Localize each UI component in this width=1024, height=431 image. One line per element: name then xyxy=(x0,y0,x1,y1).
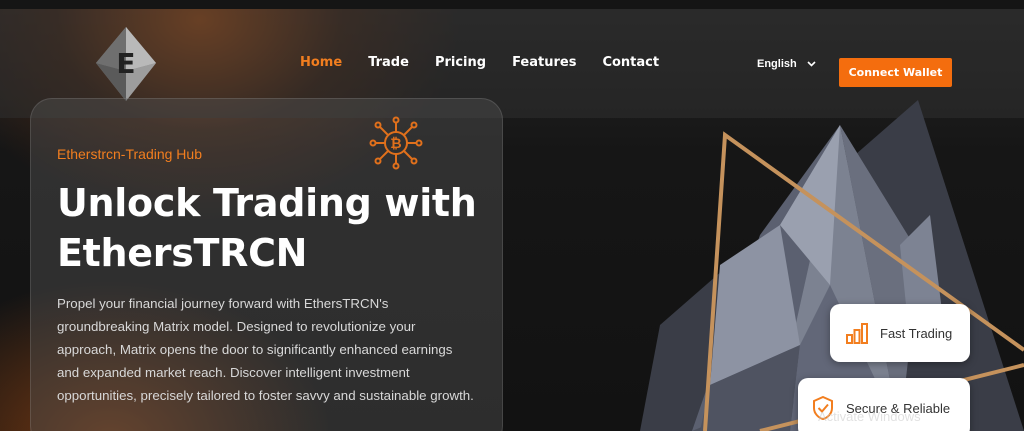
os-watermark: Activate Windows xyxy=(818,409,921,424)
bar-chart-icon xyxy=(846,323,868,344)
connect-wallet-button[interactable]: Connect Wallet xyxy=(839,58,952,87)
nav-pricing[interactable]: Pricing xyxy=(435,55,486,70)
chevron-down-icon xyxy=(807,61,816,67)
hero-headline: Unlock Trading with EthersTRCN xyxy=(57,178,497,278)
svg-text:₿: ₿ xyxy=(390,136,401,152)
main-nav: Home Trade Pricing Features Contact xyxy=(300,55,685,70)
ethers-logo-icon[interactable]: E xyxy=(96,27,156,101)
bitcoin-network-icon: ₿ xyxy=(369,116,423,170)
nav-features[interactable]: Features xyxy=(512,55,576,70)
headline-line-1: Unlock Trading with xyxy=(57,181,477,225)
headline-line-2: EthersTRCN xyxy=(57,231,308,275)
language-label: English xyxy=(757,58,797,70)
hero-description: Propel your financial journey forward wi… xyxy=(57,296,474,403)
top-strip xyxy=(0,0,1024,9)
feature-fast-trading: Fast Trading xyxy=(830,304,970,362)
logo-letter: E xyxy=(116,47,135,80)
nav-contact[interactable]: Contact xyxy=(602,55,659,70)
language-select[interactable]: English xyxy=(757,58,816,70)
feature-label: Fast Trading xyxy=(880,325,953,341)
nav-trade[interactable]: Trade xyxy=(368,55,409,70)
hero-eyebrow: Etherstrcn-Trading Hub xyxy=(57,146,202,162)
nav-home[interactable]: Home xyxy=(300,55,342,70)
